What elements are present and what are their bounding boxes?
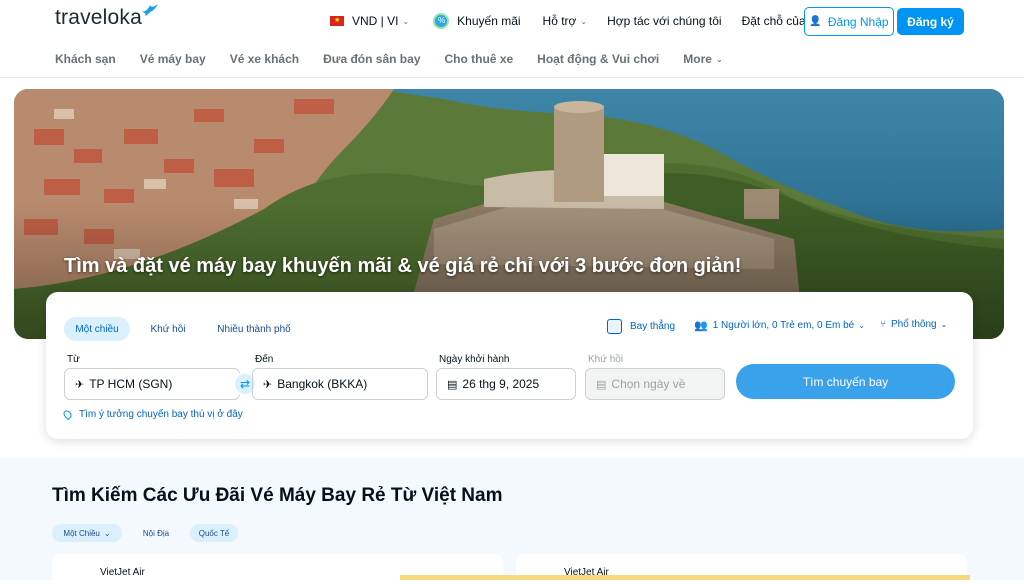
chevron-down-icon: ⌄: [940, 320, 948, 329]
passenger-selector[interactable]: 👥 1 Người lớn, 0 Trẻ em, 0 Em bé ⌄: [694, 319, 865, 332]
chevron-down-icon: ⌄: [858, 321, 865, 330]
promo-percent-icon: [433, 13, 450, 29]
cabin-class-selector[interactable]: ⑂ Phổ thông ⌄: [880, 319, 947, 330]
currency-label: VND | VI: [352, 14, 399, 28]
nav-item-hotels[interactable]: Khách sạn: [55, 52, 116, 66]
product-nav: Khách sạn Vé máy bay Vé xe khách Đưa đón…: [55, 46, 747, 72]
user-icon: 👤: [809, 16, 822, 27]
support-label: Hỗ trợ: [542, 14, 577, 28]
direct-flight-checkbox[interactable]: Bay thẳng: [607, 319, 675, 334]
login-button[interactable]: 👤 Đăng Nhập: [804, 7, 894, 36]
register-label: Đăng ký: [907, 14, 954, 29]
cabin-label: Phổ thông: [891, 319, 937, 330]
location-pin-icon: [61, 408, 74, 421]
filter-domestic[interactable]: Nội Địa: [134, 524, 178, 542]
chevron-down-icon: ⌄: [715, 54, 723, 64]
to-field[interactable]: ✈ Bangkok (BKKA): [252, 368, 428, 400]
depart-label: Ngày khởi hành: [439, 354, 510, 365]
filter-one-way[interactable]: Một Chiều ⌄: [52, 524, 122, 542]
chevron-down-icon: ⌄: [580, 16, 588, 26]
flight-ideas-link[interactable]: Tìm ý tưởng chuyến bay thú vị ở đây: [61, 408, 243, 421]
flight-ideas-label: Tìm ý tưởng chuyến bay thú vị ở đây: [79, 409, 243, 420]
depart-value: 26 thg 9, 2025: [462, 377, 540, 391]
airline-name: VietJet Air: [100, 567, 145, 578]
return-date-field[interactable]: ▤ Chọn ngày về: [585, 368, 725, 400]
support-menu[interactable]: Hỗ trợ ⌄: [543, 14, 588, 28]
calendar-icon: ▤: [447, 378, 458, 391]
filter-international[interactable]: Quốc Tế: [190, 524, 238, 542]
deals-section: Tìm Kiếm Các Ưu Đãi Vé Máy Bay Rẻ Từ Việ…: [0, 458, 1024, 584]
nav-item-activities[interactable]: Hoạt động & Vui chơi: [537, 52, 659, 66]
from-value: TP HCM (SGN): [89, 377, 173, 391]
landing-icon: ✈: [263, 378, 273, 391]
promotions-link[interactable]: Khuyến mãi: [433, 13, 521, 29]
search-flights-button[interactable]: Tìm chuyến bay: [736, 364, 955, 399]
register-button[interactable]: Đăng ký: [897, 8, 964, 35]
return-label: Khứ hồi: [588, 354, 624, 365]
bottom-banner-strip: [400, 575, 970, 580]
passengers-icon: 👥: [694, 320, 708, 332]
nav-item-bus[interactable]: Vé xe khách: [230, 52, 299, 66]
traveloka-logo[interactable]: traveloka: [55, 4, 158, 30]
seat-icon: ⑂: [880, 319, 886, 330]
nav-item-more[interactable]: More ⌄: [683, 52, 722, 66]
nav-divider: [0, 77, 1024, 78]
bird-logo-icon: [142, 4, 158, 16]
nav-item-flights[interactable]: Vé máy bay: [140, 52, 206, 66]
direct-flight-label: Bay thẳng: [630, 321, 676, 332]
search-flights-label: Tìm chuyến bay: [802, 374, 889, 389]
currency-language-selector[interactable]: VND | VI ⌄: [330, 14, 409, 28]
chevron-down-icon: ⌄: [402, 16, 410, 26]
chevron-down-icon: ⌄: [103, 528, 111, 538]
deals-title: Tìm Kiếm Các Ưu Đãi Vé Máy Bay Rẻ Từ Việ…: [52, 485, 503, 506]
top-bar: traveloka VND | VI ⌄ Khuyến mãi Hỗ trợ ⌄…: [0, 0, 1024, 42]
hero-title: Tìm và đặt vé máy bay khuyến mãi & vé gi…: [64, 255, 742, 277]
to-value: Bangkok (BKKA): [277, 377, 368, 391]
tab-multi-city[interactable]: Nhiều thành phố: [206, 317, 302, 341]
tab-round-trip[interactable]: Khứ hồi: [138, 317, 198, 341]
from-field[interactable]: ✈ TP HCM (SGN): [64, 368, 240, 400]
partner-link[interactable]: Hợp tác với chúng tôi: [607, 14, 721, 28]
filter-one-way-label: Một Chiều: [63, 528, 100, 538]
login-label: Đăng Nhập: [827, 14, 889, 29]
flight-search-panel: Một chiều Khứ hồi Nhiều thành phố Bay th…: [46, 292, 973, 439]
top-links: VND | VI ⌄ Khuyến mãi Hỗ trợ ⌄ Hợp tác v…: [330, 0, 842, 42]
nav-item-airport-transfer[interactable]: Đưa đón sân bay: [323, 52, 420, 66]
vietnam-flag-icon: [330, 16, 344, 26]
return-placeholder: Chọn ngày về: [611, 377, 686, 391]
to-label: Đến: [255, 354, 274, 365]
checkbox-icon: [607, 319, 622, 334]
nav-item-car-rental[interactable]: Cho thuê xe: [445, 52, 514, 66]
from-label: Từ: [67, 354, 80, 365]
takeoff-icon: ✈: [75, 378, 85, 391]
logo-text: traveloka: [55, 6, 143, 29]
passengers-label: 1 Người lớn, 0 Trẻ em, 0 Em bé: [712, 320, 855, 331]
more-label: More: [683, 52, 712, 66]
calendar-icon: ▤: [596, 378, 607, 391]
depart-date-field[interactable]: ▤ 26 thg 9, 2025: [436, 368, 576, 400]
tab-one-way[interactable]: Một chiều: [64, 317, 130, 341]
partner-label: Hợp tác với chúng tôi: [607, 14, 722, 28]
promotions-label: Khuyến mãi: [457, 14, 521, 28]
